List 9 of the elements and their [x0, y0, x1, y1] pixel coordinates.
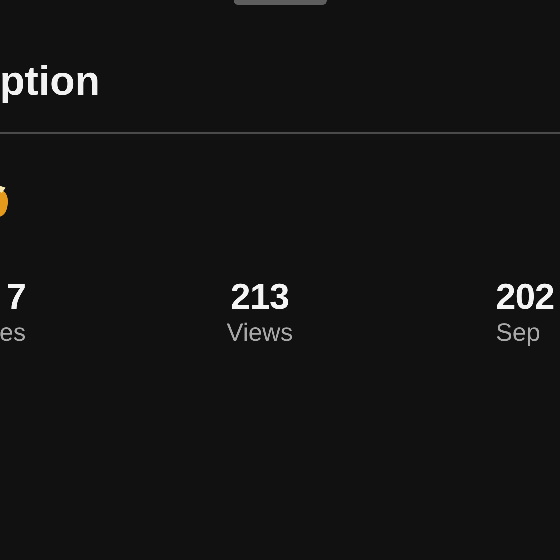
stat-label: es: [0, 318, 26, 349]
stat-value: 7: [6, 277, 26, 317]
stat-value: 213: [230, 277, 290, 317]
stat-label: Views: [226, 318, 294, 349]
stat-label: Sep: [496, 318, 540, 349]
emoji-icon: [0, 184, 9, 218]
stat-value: 202: [496, 277, 555, 317]
drag-handle[interactable]: [234, 0, 326, 5]
page-title: ption: [0, 57, 102, 106]
